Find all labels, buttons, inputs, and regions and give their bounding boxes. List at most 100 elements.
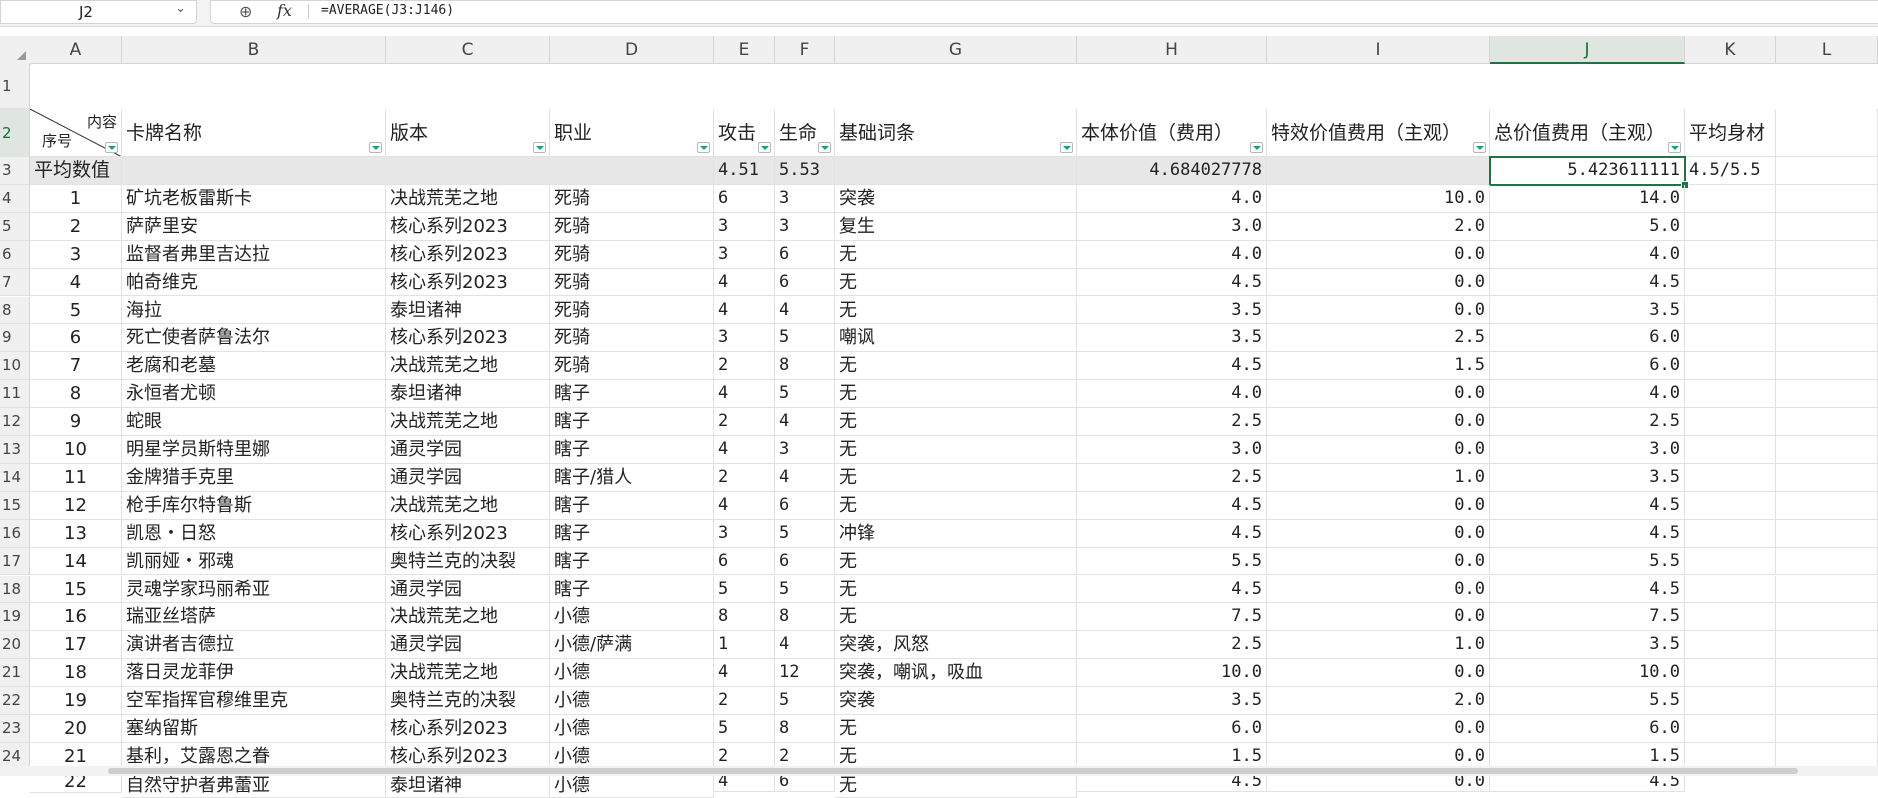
header-cell-b[interactable]: 卡牌名称 xyxy=(122,109,386,157)
class-cell[interactable]: 瞎子 xyxy=(550,491,714,520)
effect-value-cell[interactable]: 10.0 xyxy=(1267,184,1490,213)
empty-cell[interactable] xyxy=(1776,463,1878,492)
formula-input[interactable]: ⊕ fx =AVERAGE(J3:J146) xyxy=(210,0,1878,24)
row-header-18[interactable]: 18 xyxy=(0,575,30,604)
empty-cell[interactable] xyxy=(1685,240,1776,269)
base-value-cell[interactable]: 2.5 xyxy=(1077,631,1267,660)
average-cell-b[interactable] xyxy=(122,157,714,185)
filter-dropdown-icon[interactable] xyxy=(533,142,546,153)
row-number-cell[interactable]: 16 xyxy=(30,603,122,632)
version-cell[interactable]: 决战荒芜之地 xyxy=(386,184,550,213)
average-health-cell[interactable]: 5.53 xyxy=(775,157,835,185)
version-cell[interactable]: 通灵学园 xyxy=(386,463,550,492)
row-number-cell[interactable]: 15 xyxy=(30,575,122,604)
class-cell[interactable]: 死骑 xyxy=(550,212,714,241)
effect-value-cell[interactable]: 0.0 xyxy=(1267,519,1490,548)
empty-cell[interactable] xyxy=(1685,408,1776,436)
row-header-7[interactable]: 7 xyxy=(0,268,30,297)
total-value-cell[interactable]: 4.5 xyxy=(1490,268,1685,297)
version-cell[interactable]: 核心系列2023 xyxy=(386,212,550,241)
filter-dropdown-icon[interactable] xyxy=(369,142,382,153)
health-cell[interactable]: 8 xyxy=(775,715,835,743)
keyword-cell[interactable]: 无 xyxy=(835,352,1077,381)
card-name-cell[interactable]: 空军指挥官穆维里克 xyxy=(122,687,386,715)
row-number-cell[interactable]: 12 xyxy=(30,491,122,520)
base-value-cell[interactable]: 3.5 xyxy=(1077,296,1267,325)
class-cell[interactable]: 瞎子 xyxy=(550,519,714,548)
card-name-cell[interactable]: 海拉 xyxy=(122,296,386,325)
column-header-g[interactable]: G xyxy=(835,36,1077,64)
base-value-cell[interactable]: 4.0 xyxy=(1077,240,1267,269)
class-cell[interactable]: 死骑 xyxy=(550,268,714,297)
empty-cell[interactable] xyxy=(1685,687,1776,715)
row-number-cell[interactable]: 10 xyxy=(30,436,122,464)
effect-value-cell[interactable]: 1.0 xyxy=(1267,463,1490,492)
health-cell[interactable]: 3 xyxy=(775,436,835,464)
row-number-cell[interactable]: 9 xyxy=(30,408,122,436)
version-cell[interactable]: 决战荒芜之地 xyxy=(386,603,550,632)
health-cell[interactable]: 6 xyxy=(775,491,835,520)
version-cell[interactable]: 泰坦诸神 xyxy=(386,380,550,409)
health-cell[interactable]: 8 xyxy=(775,603,835,632)
card-name-cell[interactable]: 灵魂学家玛丽希亚 xyxy=(122,575,386,604)
empty-cell[interactable] xyxy=(1776,631,1878,660)
row-number-cell[interactable]: 6 xyxy=(30,324,122,353)
base-value-cell[interactable]: 4.5 xyxy=(1077,352,1267,381)
health-cell[interactable]: 6 xyxy=(775,268,835,297)
chevron-down-icon[interactable]: ⌄ xyxy=(175,1,186,16)
version-cell[interactable]: 奥特兰克的决裂 xyxy=(386,687,550,715)
row-header-19[interactable]: 19 xyxy=(0,603,30,632)
health-cell[interactable]: 6 xyxy=(775,547,835,576)
base-value-cell[interactable]: 4.5 xyxy=(1077,519,1267,548)
total-value-cell[interactable]: 3.0 xyxy=(1490,436,1685,464)
effect-value-cell[interactable]: 0.0 xyxy=(1267,268,1490,297)
row-number-cell[interactable]: 7 xyxy=(30,352,122,381)
header-cell-e[interactable]: 攻击 xyxy=(714,109,775,157)
row-header-15[interactable]: 15 xyxy=(0,491,30,520)
empty-cell[interactable] xyxy=(1776,575,1878,604)
average-cell-i[interactable] xyxy=(1267,157,1490,185)
effect-value-cell[interactable]: 0.0 xyxy=(1267,603,1490,632)
empty-cell[interactable] xyxy=(1685,324,1776,353)
keyword-cell[interactable]: 突袭，风怒 xyxy=(835,631,1077,660)
base-value-cell[interactable]: 5.5 xyxy=(1077,547,1267,576)
attack-cell[interactable]: 2 xyxy=(714,687,775,715)
row-header-2[interactable]: 2 xyxy=(0,109,30,157)
filter-dropdown-icon[interactable] xyxy=(1473,142,1486,153)
empty-cell[interactable] xyxy=(1776,268,1878,297)
filter-dropdown-icon[interactable] xyxy=(697,142,710,153)
empty-cell[interactable] xyxy=(1685,296,1776,325)
total-value-cell[interactable]: 4.0 xyxy=(1490,240,1685,269)
attack-cell[interactable]: 2 xyxy=(714,352,775,381)
row-number-cell[interactable]: 2 xyxy=(30,212,122,241)
effect-value-cell[interactable]: 1.5 xyxy=(1267,352,1490,381)
base-value-cell[interactable]: 3.0 xyxy=(1077,436,1267,464)
average-attack-cell[interactable]: 4.51 xyxy=(714,157,775,185)
zoom-icon[interactable]: ⊕ xyxy=(239,2,252,21)
card-name-cell[interactable]: 凯恩・日怒 xyxy=(122,519,386,548)
attack-cell[interactable]: 4 xyxy=(714,659,775,688)
class-cell[interactable]: 死骑 xyxy=(550,324,714,353)
version-cell[interactable]: 决战荒芜之地 xyxy=(386,491,550,520)
base-value-cell[interactable]: 3.5 xyxy=(1077,687,1267,715)
empty-cell[interactable] xyxy=(1776,436,1878,464)
row-number-cell[interactable]: 5 xyxy=(30,296,122,325)
class-cell[interactable]: 瞎子 xyxy=(550,575,714,604)
empty-cell[interactable] xyxy=(1685,380,1776,409)
card-name-cell[interactable]: 瑞亚丝塔萨 xyxy=(122,603,386,632)
card-name-cell[interactable]: 死亡使者萨鲁法尔 xyxy=(122,324,386,353)
attack-cell[interactable]: 3 xyxy=(714,240,775,269)
attack-cell[interactable]: 2 xyxy=(714,463,775,492)
health-cell[interactable]: 8 xyxy=(775,352,835,381)
class-cell[interactable]: 小德 xyxy=(550,603,714,632)
empty-cell[interactable] xyxy=(1776,240,1878,269)
health-cell[interactable]: 3 xyxy=(775,184,835,213)
attack-cell[interactable]: 3 xyxy=(714,519,775,548)
keyword-cell[interactable]: 无 xyxy=(835,296,1077,325)
effect-value-cell[interactable]: 0.0 xyxy=(1267,408,1490,436)
row-header-17[interactable]: 17 xyxy=(0,547,30,576)
empty-cell[interactable] xyxy=(1776,603,1878,632)
effect-value-cell[interactable]: 0.0 xyxy=(1267,659,1490,688)
empty-cell[interactable] xyxy=(1685,575,1776,604)
version-cell[interactable]: 决战荒芜之地 xyxy=(386,408,550,436)
